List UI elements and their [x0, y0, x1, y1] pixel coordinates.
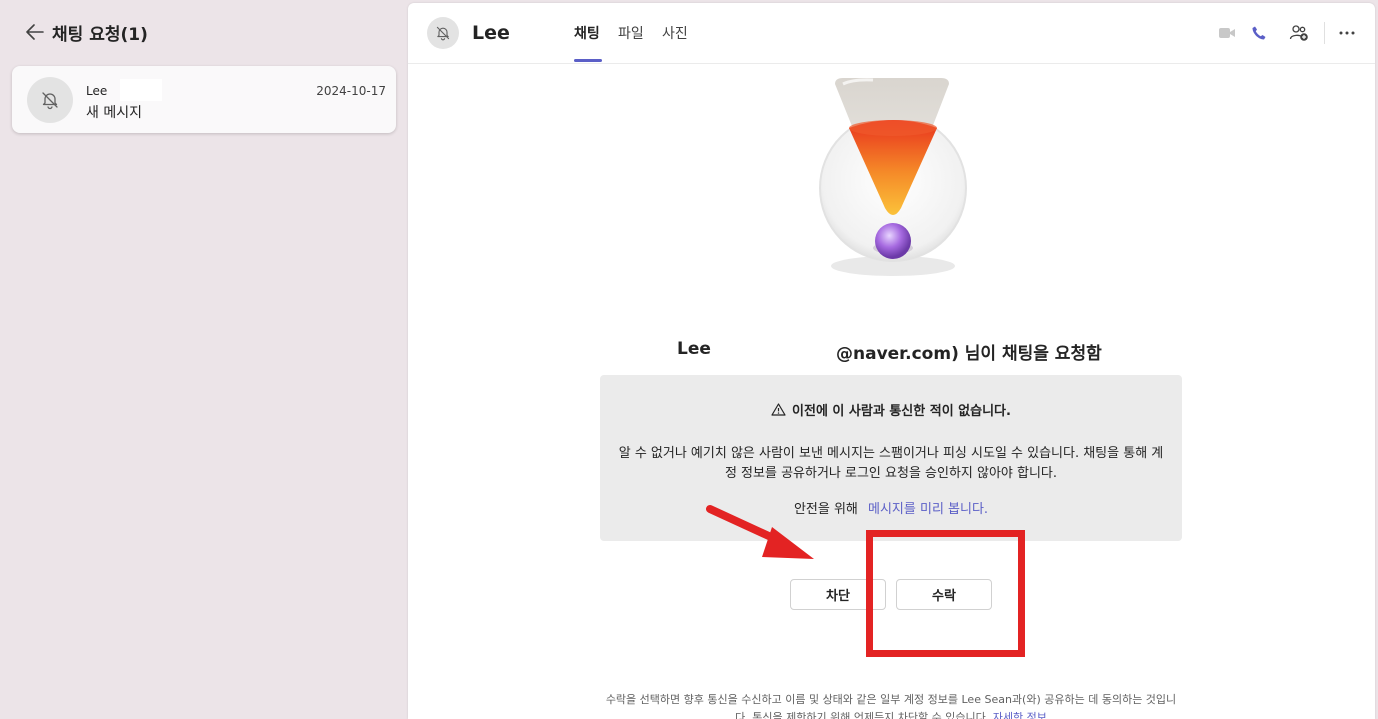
preview-line: 안전을 위해 메시지를 미리 봅니다.	[600, 498, 1182, 517]
request-sender-name: Lee	[86, 84, 108, 98]
muted-bell-icon	[27, 77, 73, 123]
chat-requests-pane: 채팅 요청(1) Lee 2024-10-17 새 메시지	[0, 0, 408, 719]
warning-title-text: 이전에 이 사람과 통신한 적이 없습니다.	[792, 404, 1011, 419]
requester-name: Lee	[677, 339, 711, 359]
redaction-mask	[120, 79, 162, 101]
active-tab-indicator	[574, 59, 602, 62]
header-divider	[1324, 22, 1325, 44]
back-arrow-icon[interactable]	[24, 21, 46, 43]
preview-message-link[interactable]: 메시지를 미리 봅니다.	[868, 502, 988, 517]
warning-triangle-icon	[771, 403, 786, 416]
tab-chat[interactable]: 채팅	[574, 23, 600, 63]
more-icon[interactable]	[1336, 22, 1358, 44]
video-icon[interactable]	[1216, 22, 1238, 44]
requester-email-text: @naver.com) 님이 채팅을 요청함	[836, 344, 1102, 364]
chat-request-heading: Lee @naver.com) 님이 채팅을 요청함	[600, 339, 1182, 364]
chat-contact-name: Lee	[472, 22, 510, 44]
warning-title: 이전에 이 사람과 통신한 적이 없습니다.	[600, 400, 1182, 419]
block-button[interactable]: 차단	[790, 579, 886, 610]
chat-requests-header: 채팅 요청(1)	[24, 18, 148, 46]
request-date: 2024-10-17	[316, 84, 386, 98]
warning-box: 이전에 이 사람과 통신한 적이 없습니다. 알 수 없거나 예기치 않은 사람…	[600, 375, 1182, 541]
chat-header: Lee 채팅 파일 사진	[408, 3, 1375, 64]
warning-body: 알 수 없거나 예기치 않은 사람이 보낸 메시지는 스팸이거나 피싱 시도일 …	[618, 446, 1164, 481]
request-preview: 새 메시지	[86, 105, 142, 121]
phone-icon[interactable]	[1248, 22, 1270, 44]
learn-more-link[interactable]: 자세한 정보	[993, 711, 1047, 719]
consent-text: 수락을 선택하면 향후 통신을 수신하고 이름 및 상태와 같은 일부 계정 정…	[605, 693, 1177, 719]
tab-files[interactable]: 파일	[618, 23, 644, 63]
people-add-icon[interactable]	[1288, 22, 1310, 44]
preview-prefix: 안전을 위해	[793, 502, 858, 517]
muted-bell-icon	[427, 17, 459, 49]
chat-request-item[interactable]: Lee 2024-10-17 새 메시지	[12, 66, 396, 133]
consent-footer: 수락을 선택하면 향후 통신을 수신하고 이름 및 상태와 같은 일부 계정 정…	[600, 691, 1182, 719]
warning-illustration	[813, 76, 973, 286]
chat-requests-title: 채팅 요청(1)	[52, 24, 148, 45]
accept-button[interactable]: 수락	[896, 579, 992, 610]
tab-photos[interactable]: 사진	[662, 23, 688, 63]
chat-pane: Lee 채팅 파일 사진 Lee @naver.com) 님이 채팅을 요청함 …	[408, 3, 1375, 719]
